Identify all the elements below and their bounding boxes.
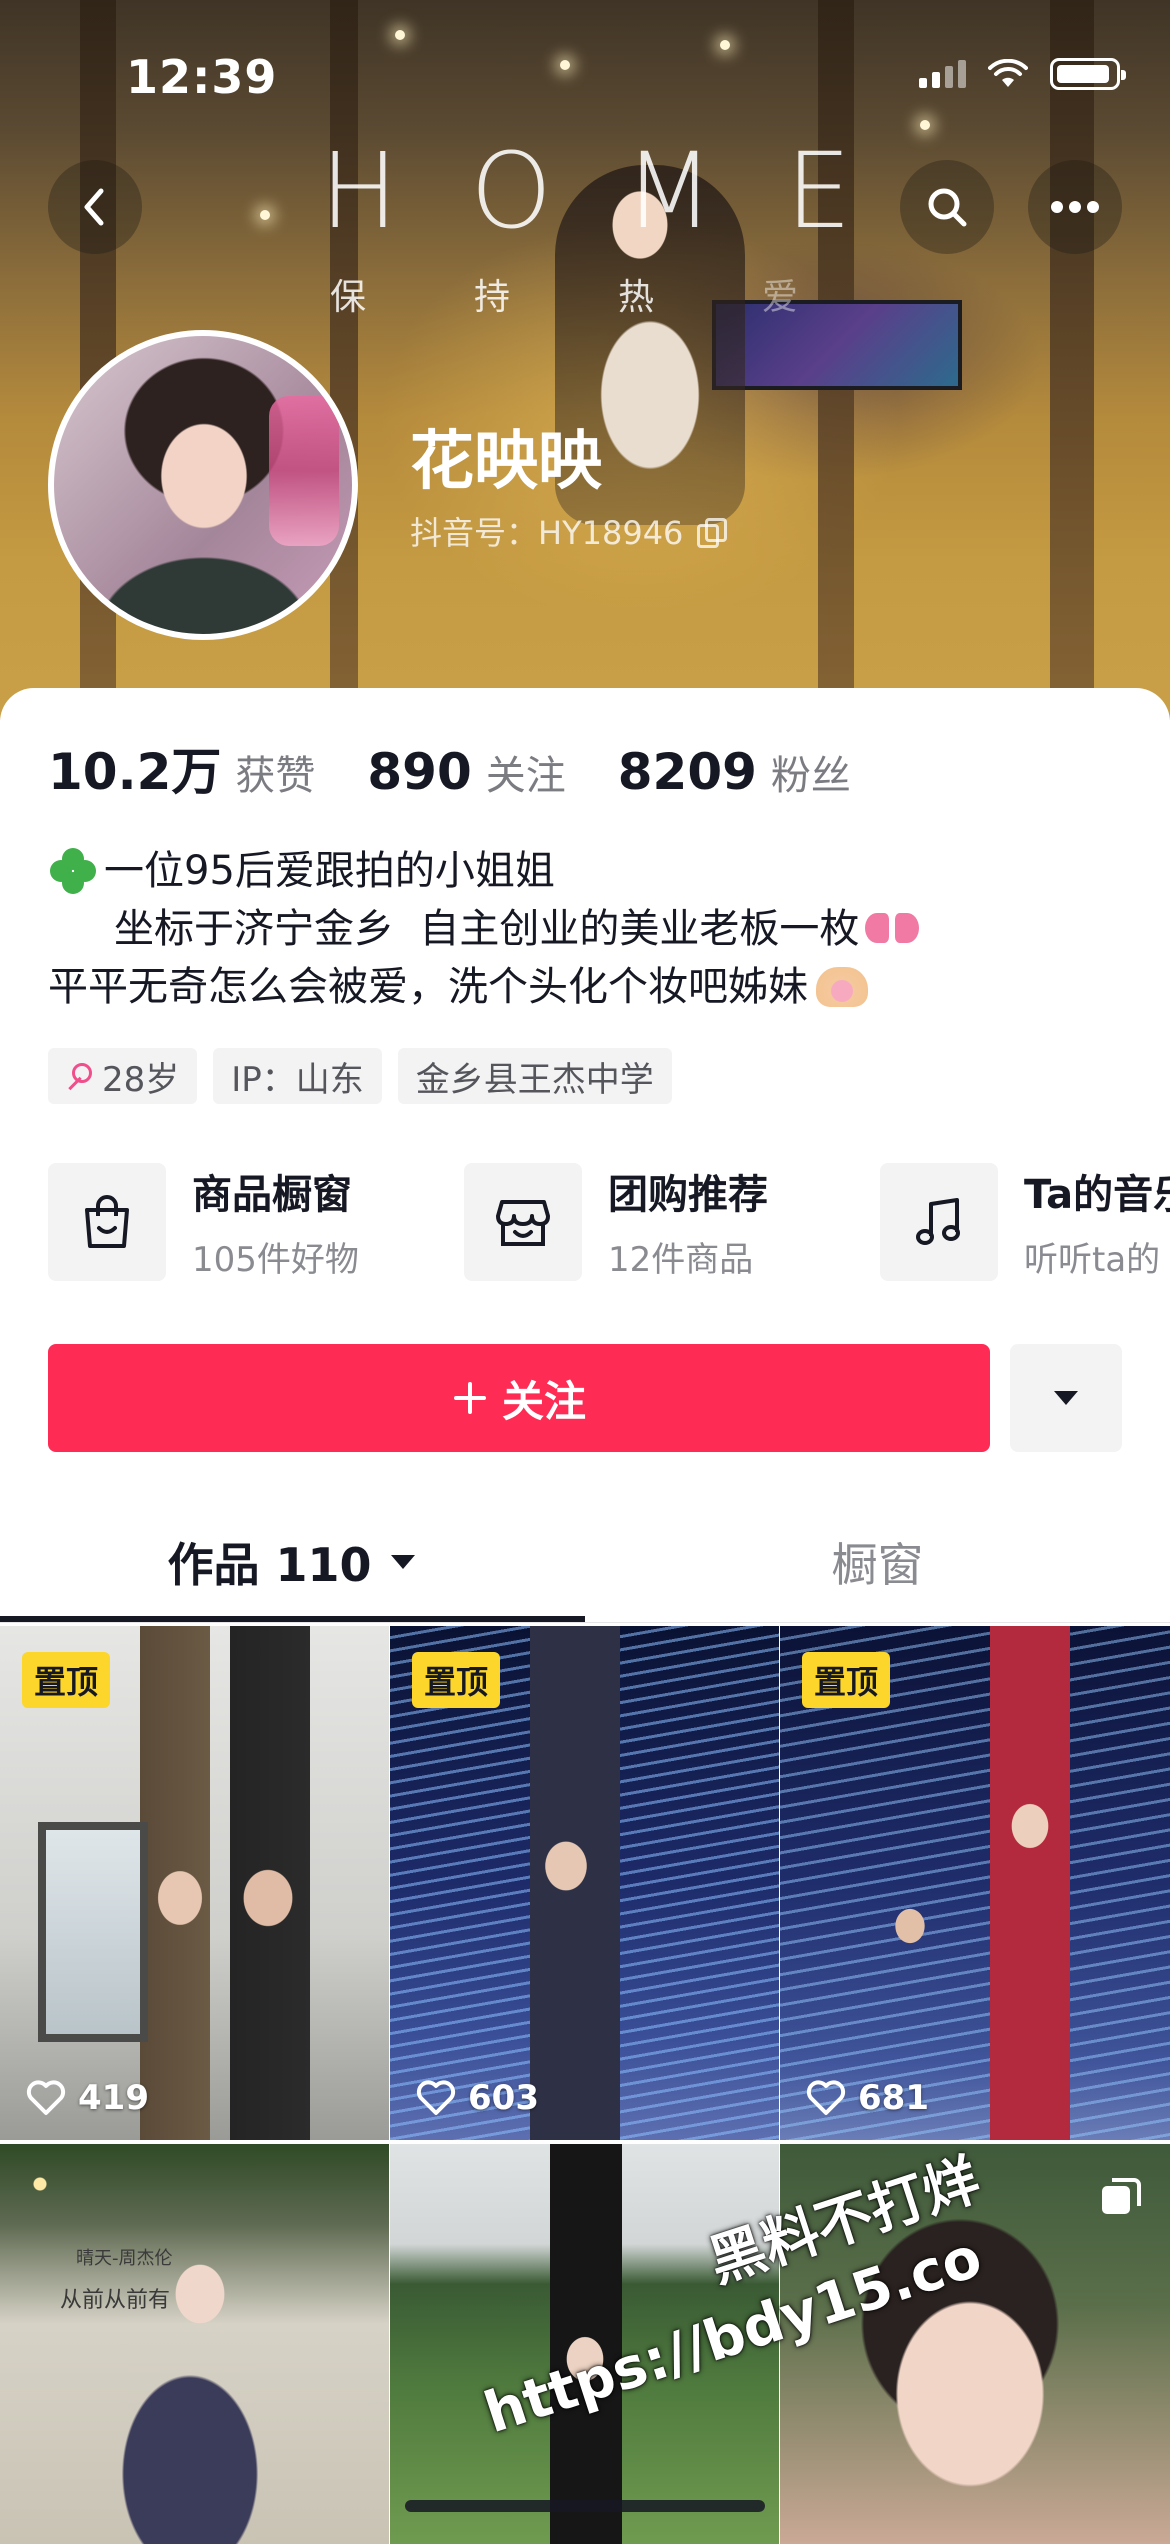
plus-icon xyxy=(453,1382,486,1414)
tab-divider xyxy=(0,1622,1170,1623)
school-tag[interactable]: 金乡县王杰中学 xyxy=(397,1048,672,1104)
feature-title: 商品橱窗 xyxy=(192,1172,352,1218)
thumbnail-caption: 晴天-周杰伦 xyxy=(76,2248,173,2269)
likes-overlay: 681 xyxy=(806,2078,929,2118)
follow-button[interactable]: 关注 xyxy=(48,1344,990,1452)
video-thumbnail[interactable]: 置顶 603 xyxy=(390,1626,779,2140)
heart-outline-icon xyxy=(416,2080,456,2115)
recommend-dropdown-button[interactable] xyxy=(1010,1344,1122,1452)
bio: 一位95后爱跟拍的小姐姐 坐标于济宁金乡 自主创业的美业老板一枚 平平无奇怎么会… xyxy=(48,842,919,1016)
ribbon-bow-icon xyxy=(865,909,919,949)
bio-line-2: 坐标于济宁金乡 自主创业的美业老板一枚 xyxy=(114,906,860,952)
profile-cover: 12:39 HOME 保 持 热 爱 花映映 抖音号：HY18946 xyxy=(0,0,1170,720)
likes-count: 681 xyxy=(858,2078,929,2118)
status-time: 12:39 xyxy=(126,50,278,104)
cover-pillar xyxy=(1050,0,1094,720)
multi-image-icon xyxy=(1102,2178,1141,2214)
likes-count: 419 xyxy=(78,2078,149,2118)
avatar[interactable] xyxy=(48,330,358,640)
four-leaf-clover-icon xyxy=(48,846,98,896)
video-thumbnail[interactable]: 置顶 419 xyxy=(0,1626,389,2140)
battery-icon xyxy=(1050,58,1126,90)
likes-overlay: 419 xyxy=(26,2078,149,2118)
ip-text: IP：山东 xyxy=(231,1059,364,1100)
copy-icon[interactable] xyxy=(697,518,728,548)
caret-down-icon xyxy=(1054,1391,1078,1405)
heart-hands-icon xyxy=(816,967,868,1007)
age-text: 28岁 xyxy=(102,1059,180,1100)
cover-subtitle-char: 爱 xyxy=(762,277,799,318)
home-indicator[interactable] xyxy=(405,2500,765,2512)
back-button[interactable] xyxy=(48,160,142,254)
followers-label[interactable]: 粉丝 xyxy=(771,743,851,801)
followers-count[interactable]: 8209 xyxy=(618,743,757,801)
chevron-left-icon xyxy=(84,188,104,226)
douyin-id[interactable]: 抖音号：HY18946 xyxy=(410,508,728,554)
feature-group-buy[interactable]: 团购推荐 12件商品 xyxy=(464,1162,880,1281)
feature-subtitle: 105件好物 xyxy=(192,1240,359,1280)
likes-overlay: 603 xyxy=(416,2078,539,2118)
bio-line: 一位95后爱跟拍的小姐姐 xyxy=(48,842,919,900)
bio-line-1: 一位95后爱跟拍的小姐姐 xyxy=(104,848,555,894)
thumbnail-caption: 从前从前有 xyxy=(60,2288,171,2313)
feature-shop-window[interactable]: 商品橱窗 105件好物 xyxy=(48,1162,464,1281)
profile-name: 花映映 xyxy=(410,425,602,499)
video-thumbnail[interactable]: 晴天-周杰伦 从前从前有 xyxy=(0,2144,389,2544)
wifi-icon xyxy=(988,59,1028,87)
cellular-signal-icon xyxy=(919,60,966,88)
cover-title: HOME xyxy=(320,130,924,252)
feature-subtitle: 12件商品 xyxy=(608,1240,754,1280)
bio-line: 平平无奇怎么会被爱，洗个头化个妆吧姊妹 xyxy=(48,958,919,1016)
following-count[interactable]: 890 xyxy=(367,743,471,801)
bio-line-3: 平平无奇怎么会被爱，洗个头化个妆吧姊妹 xyxy=(48,964,808,1010)
ceiling-light xyxy=(260,210,270,220)
feature-title: Ta的音乐 xyxy=(1024,1172,1170,1218)
school-text: 金乡县王杰中学 xyxy=(415,1059,654,1100)
ceiling-light xyxy=(395,30,405,40)
caret-down-icon xyxy=(390,1555,415,1569)
cover-subtitle: 保 持 热 爱 xyxy=(330,268,798,320)
following-label[interactable]: 关注 xyxy=(486,743,566,801)
heart-outline-icon xyxy=(806,2080,846,2115)
cover-subtitle-char: 持 xyxy=(474,277,511,318)
cover-pillar xyxy=(330,0,358,720)
female-icon xyxy=(66,1063,92,1089)
feature-entries: 商品橱窗 105件好物 团购推荐 12件商品 Ta的音乐 听听ta的 xyxy=(48,1162,1170,1281)
cover-subtitle-char: 热 xyxy=(618,277,655,318)
feature-title: 团购推荐 xyxy=(608,1172,768,1218)
likes-count: 603 xyxy=(468,2078,539,2118)
ceiling-light xyxy=(920,120,930,130)
more-options-button[interactable] xyxy=(1028,160,1122,254)
video-thumbnail[interactable]: 置顶 681 xyxy=(780,1626,1170,2140)
status-icons xyxy=(919,58,1126,90)
bio-line: 坐标于济宁金乡 自主创业的美业老板一枚 xyxy=(48,900,919,958)
feature-subtitle: 听听ta的 xyxy=(1024,1240,1161,1280)
tab-showcase-label: 橱窗 xyxy=(831,1538,924,1592)
content-tabs: 作品 110 橱窗 xyxy=(0,1508,1170,1624)
pinned-badge: 置顶 xyxy=(22,1652,111,1708)
follow-label: 关注 xyxy=(501,1376,586,1426)
age-tag: 28岁 xyxy=(48,1048,198,1104)
tab-works-label: 作品 110 xyxy=(167,1538,372,1592)
heart-outline-icon xyxy=(26,2080,66,2115)
search-icon xyxy=(928,188,967,227)
more-dots-icon xyxy=(1051,201,1099,213)
tab-works[interactable]: 作品 110 xyxy=(0,1508,585,1616)
likes-count[interactable]: 10.2万 xyxy=(48,732,221,804)
pinned-badge: 置顶 xyxy=(802,1652,891,1708)
store-icon xyxy=(464,1162,582,1281)
pinned-badge: 置顶 xyxy=(412,1652,501,1708)
profile-tags: 28岁 IP：山东 金乡县王杰中学 xyxy=(48,1048,672,1104)
likes-label[interactable]: 获赞 xyxy=(235,743,315,801)
stats-row: 10.2万 获赞 890 关注 8209 粉丝 xyxy=(48,732,903,804)
ceiling-light xyxy=(720,40,730,50)
cover-subtitle-char: 保 xyxy=(330,277,367,318)
feature-music[interactable]: Ta的音乐 听听ta的 xyxy=(880,1162,1170,1281)
ceiling-light xyxy=(560,60,570,70)
ip-tag: IP：山东 xyxy=(213,1048,382,1104)
music-note-icon xyxy=(880,1162,998,1281)
douyin-id-text: 抖音号：HY18946 xyxy=(410,514,684,552)
shopping-bag-icon xyxy=(48,1162,166,1281)
tab-showcase[interactable]: 橱窗 xyxy=(585,1508,1170,1616)
